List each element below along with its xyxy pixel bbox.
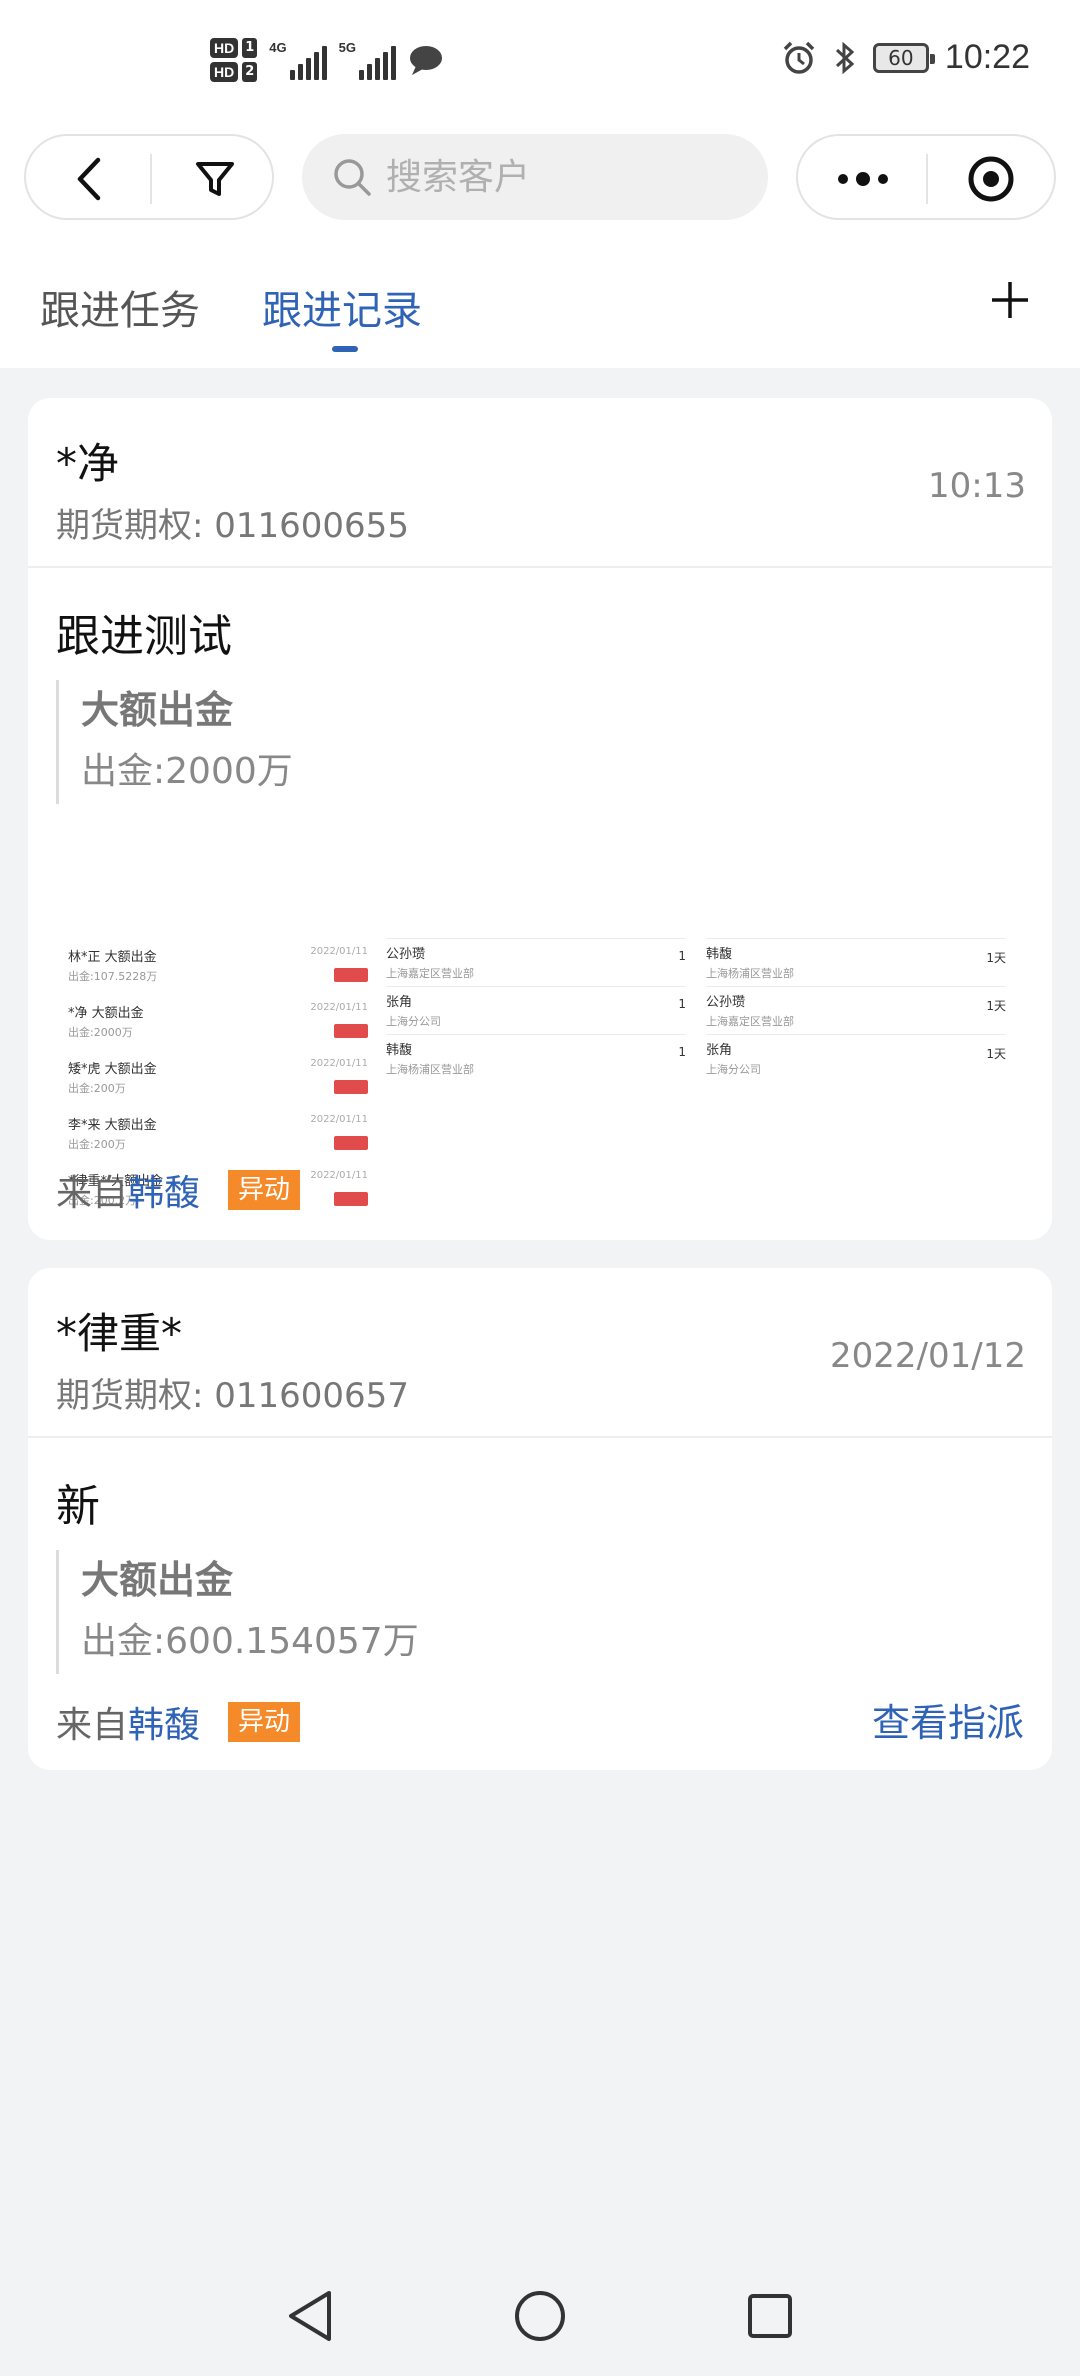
status-tag: 异动 <box>228 1702 301 1742</box>
event-detail: 出金:2000万 <box>81 751 293 792</box>
signal-4g-icon: 4G <box>269 40 327 80</box>
active-tab-indicator <box>332 346 358 352</box>
tab-follow-up-records[interactable]: 跟进记录 <box>262 278 422 336</box>
record-card[interactable]: *律重* 期货期权: 011600657 2022/01/12 新 大额出金 出… <box>28 1268 1052 1770</box>
note-title: 新 <box>56 1481 100 1532</box>
status-badge <box>334 1136 368 1150</box>
list-item: 韩馥 上海杨浦区营业部 1天 <box>706 938 1006 986</box>
record-source: 来自 韩馥 异动 <box>56 1164 301 1216</box>
system-back-button[interactable] <box>278 2284 342 2348</box>
mini-program-capsule <box>796 134 1056 220</box>
plus-icon <box>992 282 1028 318</box>
status-bar: HD 1 HD 2 4G 5G 60 10:22 <box>0 0 1080 130</box>
list-item: *净 大额出金 出金:2000万 2022/01/11 <box>68 1002 368 1039</box>
system-nav-bar <box>0 2256 1080 2376</box>
target-close-icon <box>968 156 1014 202</box>
triangle-back-icon <box>289 2291 331 2341</box>
hd-icon: HD <box>210 38 239 58</box>
list-item: 张角 上海分公司 1天 <box>706 1034 1006 1082</box>
card-header: *律重* 期货期权: 011600657 2022/01/12 <box>28 1268 1052 1438</box>
signal-indicators: HD 1 HD 2 4G 5G <box>210 38 444 82</box>
tab-bar: 跟进任务 跟进记录 <box>0 230 1080 368</box>
assignee-name: 韩馥 <box>128 1705 201 1746</box>
clock: 10:22 <box>944 38 1030 76</box>
alarm-icon <box>783 41 815 74</box>
search-icon <box>334 159 371 196</box>
note-title: 跟进测试 <box>56 611 232 662</box>
assignee-name: 韩馥 <box>128 1173 201 1214</box>
from-label: 来自 <box>56 1173 129 1214</box>
message-icon <box>409 46 442 75</box>
status-badge <box>334 1192 368 1206</box>
list-item: 公孙瓒 上海嘉定区营业部 1 <box>386 938 686 986</box>
status-tag: 异动 <box>228 1170 301 1210</box>
screenshot-duration-list: 韩馥 上海杨浦区营业部 1天 公孙瓒 上海嘉定区营业部 1天 张角 上海分公司 … <box>706 928 1006 1240</box>
signal-5g-icon: 5G <box>339 40 396 80</box>
record-time: 10:13 <box>928 466 1026 506</box>
view-assignment-link[interactable]: 查看指派 <box>872 1692 1024 1747</box>
nav-header <box>0 130 1080 230</box>
add-record-button[interactable] <box>980 270 1040 330</box>
search-box[interactable] <box>302 134 768 220</box>
chevron-left-icon <box>77 157 101 201</box>
from-label: 来自 <box>56 1705 129 1746</box>
list-item: 韩馥 上海杨浦区营业部 1 <box>386 1034 686 1082</box>
list-item: 矮*虎 大额出金 出金:200万 2022/01/11 <box>68 1058 368 1095</box>
event-title: 大额出金 <box>81 688 234 732</box>
quoted-event: 大额出金 出金:600.154057万 <box>56 1550 419 1674</box>
battery-icon: 60 <box>872 42 935 73</box>
back-button[interactable] <box>34 136 144 222</box>
sim-slot-icon: 2 <box>242 62 258 82</box>
customer-name: *律重* <box>56 1309 183 1358</box>
bluetooth-icon <box>835 41 855 74</box>
customer-account: 期货期权: 011600657 <box>56 1376 409 1416</box>
system-home-button[interactable] <box>508 2284 572 2348</box>
record-time: 2022/01/12 <box>830 1336 1026 1376</box>
circle-home-icon <box>515 2291 565 2341</box>
filter-icon <box>196 162 234 196</box>
system-recents-button[interactable] <box>738 2284 802 2348</box>
more-button[interactable] <box>808 136 918 222</box>
battery-level: 60 <box>888 45 914 70</box>
nav-left-capsule <box>24 134 274 220</box>
customer-account: 期货期权: 011600655 <box>56 506 409 546</box>
hd-icon: HD <box>210 62 239 82</box>
square-recents-icon <box>748 2294 792 2338</box>
status-badge <box>334 1080 368 1094</box>
record-source: 来自 韩馥 异动 <box>56 1696 301 1748</box>
tab-follow-up-tasks[interactable]: 跟进任务 <box>40 278 200 336</box>
quoted-event: 大额出金 出金:2000万 <box>56 680 293 804</box>
event-title: 大额出金 <box>81 1558 234 1602</box>
search-input[interactable] <box>386 156 726 198</box>
card-header: *净 期货期权: 011600655 10:13 <box>28 398 1052 568</box>
status-badge <box>334 1024 368 1038</box>
sim-slot-icon: 1 <box>242 38 258 58</box>
record-card[interactable]: *净 期货期权: 011600655 10:13 跟进测试 大额出金 出金:20… <box>28 398 1052 1240</box>
event-detail: 出金:600.154057万 <box>81 1621 419 1662</box>
divider <box>150 154 152 204</box>
customer-name: *净 <box>56 439 120 488</box>
close-mini-program-button[interactable] <box>936 136 1046 222</box>
list-item: 公孙瓒 上海嘉定区营业部 1天 <box>706 986 1006 1034</box>
list-item: 张角 上海分公司 1 <box>386 986 686 1034</box>
list-item: 李*来 大额出金 出金:200万 2022/01/11 <box>68 1114 368 1151</box>
filter-button[interactable] <box>160 136 270 222</box>
divider <box>926 154 928 204</box>
screenshot-staff-list: 公孙瓒 上海嘉定区营业部 1 张角 上海分公司 1 韩馥 上海杨浦区营业部 1 <box>386 928 686 1240</box>
status-badge <box>334 968 368 982</box>
list-item: 林*正 大额出金 出金:107.5228万 2022/01/11 <box>68 946 368 983</box>
more-dots-icon <box>838 172 888 186</box>
